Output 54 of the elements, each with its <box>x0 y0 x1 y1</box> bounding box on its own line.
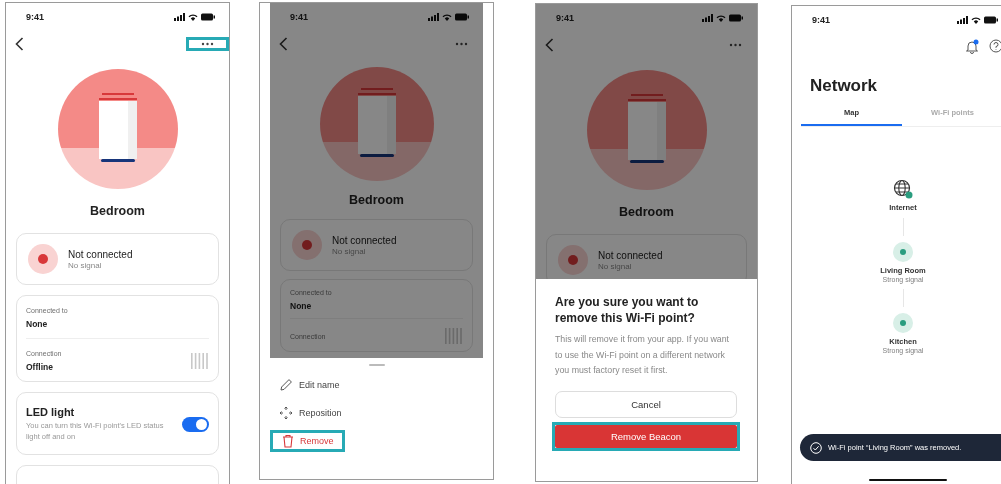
status-time: 9:41 <box>290 12 308 22</box>
status-dot-icon <box>292 230 322 260</box>
help-icon[interactable] <box>989 39 1001 53</box>
page-title: Network <box>809 76 879 96</box>
move-arrows-icon <box>279 406 293 420</box>
battery-icon <box>729 14 743 22</box>
more-icon[interactable] <box>186 37 229 51</box>
signal-icon <box>174 13 185 21</box>
status-time: 9:41 <box>556 13 574 23</box>
led-toggle[interactable] <box>182 416 209 432</box>
dialog-title: Are you sure you want to remove this Wi-Fi point? <box>555 294 700 327</box>
device-name: Bedroom <box>89 204 146 218</box>
status-title: Not connected <box>332 234 397 246</box>
wifi-icon <box>716 14 726 22</box>
status-dot-icon <box>558 245 588 275</box>
device-name: Bedroom <box>618 205 675 219</box>
wifi-point-drawing <box>356 88 397 160</box>
battery-icon <box>455 13 469 21</box>
wifi-point-drawing <box>97 93 138 165</box>
trash-icon <box>282 434 294 448</box>
device-name: Bedroom <box>348 193 405 207</box>
signal-icon <box>702 14 713 22</box>
dialog-message: This will remove it from your app. If you want to use the Wi-Fi point on a different network you must factory reset it first. <box>555 333 731 378</box>
check-circle-icon <box>810 441 822 454</box>
status-title: Not connected <box>68 248 133 260</box>
battery-icon <box>984 16 998 24</box>
bell-icon[interactable] <box>965 38 979 54</box>
signal-icon <box>957 16 968 24</box>
status-time: 9:41 <box>812 15 830 25</box>
wifi-icon <box>188 13 198 21</box>
back-icon[interactable] <box>15 37 24 51</box>
remove-button[interactable]: Remove Beacon <box>555 424 737 448</box>
wifi-icon <box>442 13 452 21</box>
pencil-icon <box>279 378 293 392</box>
status-dot-icon <box>893 242 913 262</box>
cancel-button[interactable]: Cancel <box>555 390 737 418</box>
back-icon[interactable] <box>279 37 288 51</box>
status-subtitle: No signal <box>68 260 103 270</box>
status-time: 9:41 <box>26 12 44 22</box>
wifi-icon <box>971 16 981 24</box>
led-title: LED light <box>26 406 76 418</box>
menu-item[interactable]: Remove <box>270 430 345 452</box>
menu-item[interactable]: Reposition <box>270 402 350 424</box>
back-icon[interactable] <box>545 38 554 52</box>
info-value: Offline <box>26 362 54 372</box>
signal-icon <box>428 13 439 21</box>
info-value: None <box>290 301 313 311</box>
status-dot-icon <box>28 244 58 274</box>
status-title: Not connected <box>598 249 663 261</box>
battery-icon <box>201 13 215 21</box>
wifi-point-drawing <box>626 94 667 166</box>
info-value: None <box>26 319 49 329</box>
menu-item[interactable]: Edit name <box>270 374 348 396</box>
status-dot-icon <box>893 313 913 333</box>
